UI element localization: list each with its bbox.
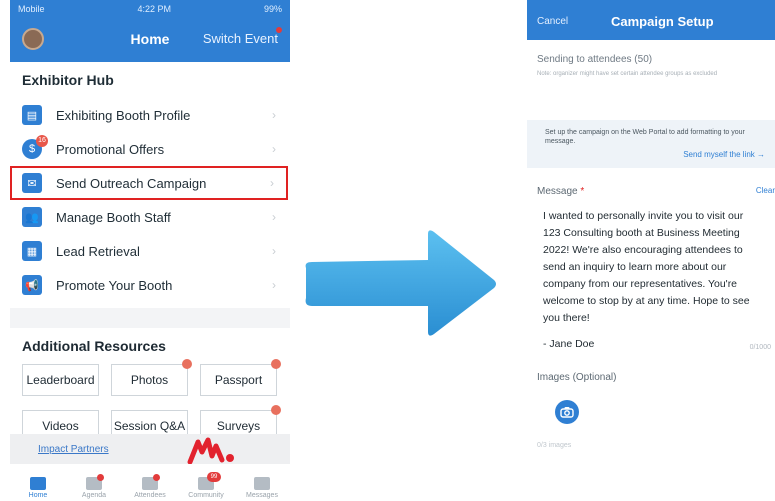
required-asterisk: *: [580, 186, 585, 197]
chevron-right-icon: ›: [270, 176, 274, 190]
status-bar: Mobile 4:22 PM 99%: [10, 0, 290, 18]
right-arrow-icon: [305, 230, 496, 336]
campaign-header: Cancel Campaign Setup: [527, 0, 775, 40]
notification-dot: [271, 405, 281, 415]
battery-label: 99%: [263, 4, 282, 14]
chevron-right-icon: ›: [272, 210, 276, 224]
tab-community[interactable]: 99 Community: [181, 472, 231, 499]
cancel-button[interactable]: Cancel: [537, 16, 568, 27]
tab-label: Messages: [246, 492, 278, 499]
bottom-tab-bar: Home Agenda Attendees 99 Community Messages: [10, 464, 290, 501]
resource-tile-label: Photos: [130, 373, 169, 387]
hub-item[interactable]: ▤ Exhibiting Booth Profile ›: [10, 98, 290, 132]
notification-dot: [271, 359, 281, 369]
message-label-row: Message * Clear: [527, 182, 775, 208]
tab-label: Agenda: [81, 492, 107, 499]
tab-icon: [254, 477, 270, 490]
additional-resources-title: Additional Resources: [22, 338, 166, 354]
chevron-right-icon: ›: [272, 108, 276, 122]
hub-item[interactable]: ✉ Send Outreach Campaign ›: [10, 166, 288, 200]
hub-item-label: Send Outreach Campaign: [56, 175, 207, 191]
tab-home[interactable]: Home: [13, 477, 63, 499]
notification-dot: [276, 27, 282, 33]
hub-item-label: Promote Your Booth: [56, 277, 173, 293]
clear-button[interactable]: Clear: [756, 186, 775, 195]
scan-icon: ▦: [22, 241, 42, 261]
recipients-summary: Sending to attendees (50): [537, 54, 653, 65]
resource-tile[interactable]: Leaderboard: [22, 364, 99, 396]
hub-item-label: Manage Booth Staff: [56, 209, 171, 225]
tab-label: Home: [28, 492, 48, 499]
send-link-button[interactable]: Send myself the link →: [683, 150, 765, 159]
message-signature: - Jane Doe 0/1000: [527, 334, 775, 354]
resource-tile[interactable]: Passport: [200, 359, 281, 396]
hub-item[interactable]: 📢 Promote Your Booth ›: [10, 268, 290, 302]
section-divider: [10, 308, 290, 328]
notification-dot: [153, 474, 160, 481]
notification-dot: [97, 474, 104, 481]
resource-tile-label: Passport: [214, 373, 263, 387]
tab-agenda[interactable]: Agenda: [69, 474, 119, 499]
megaphone-icon: 📢: [22, 275, 42, 295]
impact-partners-bar: Impact Partners: [10, 434, 290, 464]
tab-label: Attendees: [134, 492, 166, 499]
exhibitor-app-screen: Mobile 4:22 PM 99% Home Switch Event Exh…: [10, 0, 290, 501]
staff-icon: 👥: [22, 207, 42, 227]
chevron-right-icon: ›: [272, 278, 276, 292]
notification-badge: 99: [207, 472, 221, 482]
resources-grid: Leaderboard Photos Passport Videos Session Q…: [10, 359, 290, 442]
tab-label: Community: [188, 492, 224, 499]
tab-icon: [30, 477, 46, 490]
image-count: 0/3 images: [537, 442, 572, 449]
resource-tile-label: Leaderboard: [26, 373, 95, 387]
offers-badge: 16: [36, 135, 48, 147]
hub-item[interactable]: 👥 Manage Booth Staff ›: [10, 200, 290, 234]
booth-icon: ▤: [22, 105, 42, 125]
hub-item[interactable]: $16 Promotional Offers ›: [10, 132, 290, 166]
chevron-right-icon: ›: [272, 142, 276, 156]
camera-icon: [560, 407, 574, 418]
notification-dot: [182, 359, 192, 369]
mail-icon: ✉: [22, 173, 42, 193]
character-count: 0/1000: [749, 344, 771, 351]
resource-tile[interactable]: Photos: [111, 359, 192, 396]
hub-item[interactable]: ▦ Lead Retrieval ›: [10, 234, 290, 268]
hub-item-label: Promotional Offers: [56, 141, 165, 157]
hub-item-label: Exhibiting Booth Profile: [56, 107, 191, 123]
impact-partners-link[interactable]: Impact Partners: [38, 444, 109, 455]
campaign-setup-screen: Cancel Campaign Setup Sending to attende…: [527, 0, 775, 501]
event-logo-icon: [187, 437, 234, 465]
resource-tile-label: Session Q&A: [113, 419, 186, 433]
resource-tile-label: Surveys: [216, 419, 261, 433]
hub-item-label: Lead Retrieval: [56, 243, 140, 259]
tab-messages[interactable]: Messages: [237, 477, 287, 499]
message-label: Message *: [537, 186, 585, 197]
carrier-label: Mobile: [18, 4, 45, 14]
clock: 4:22 PM: [137, 4, 172, 14]
web-portal-tip: Set up the campaign on the Web Portal to…: [527, 120, 775, 168]
images-label: Images (Optional): [537, 372, 617, 383]
exhibitor-hub-list: ▤ Exhibiting Booth Profile › $16 Promotional…: [10, 98, 290, 302]
resource-tile-label: Videos: [42, 419, 79, 433]
chevron-right-icon: ›: [272, 244, 276, 258]
add-image-button[interactable]: [555, 400, 579, 424]
tab-attendees[interactable]: Attendees: [125, 474, 175, 499]
switch-event-button[interactable]: Switch Event: [203, 31, 278, 46]
exclusion-note: Note: organizer might have set certain a…: [537, 71, 718, 77]
message-textarea[interactable]: I wanted to personally invite you to vis…: [527, 208, 775, 334]
page-title: Campaign Setup: [611, 14, 714, 29]
web-portal-text: Set up the campaign on the Web Portal to…: [545, 129, 745, 145]
app-header: Mobile 4:22 PM 99% Home Switch Event: [10, 0, 290, 62]
exhibitor-hub-title: Exhibitor Hub: [22, 72, 114, 88]
signature-text: - Jane Doe: [543, 338, 595, 350]
